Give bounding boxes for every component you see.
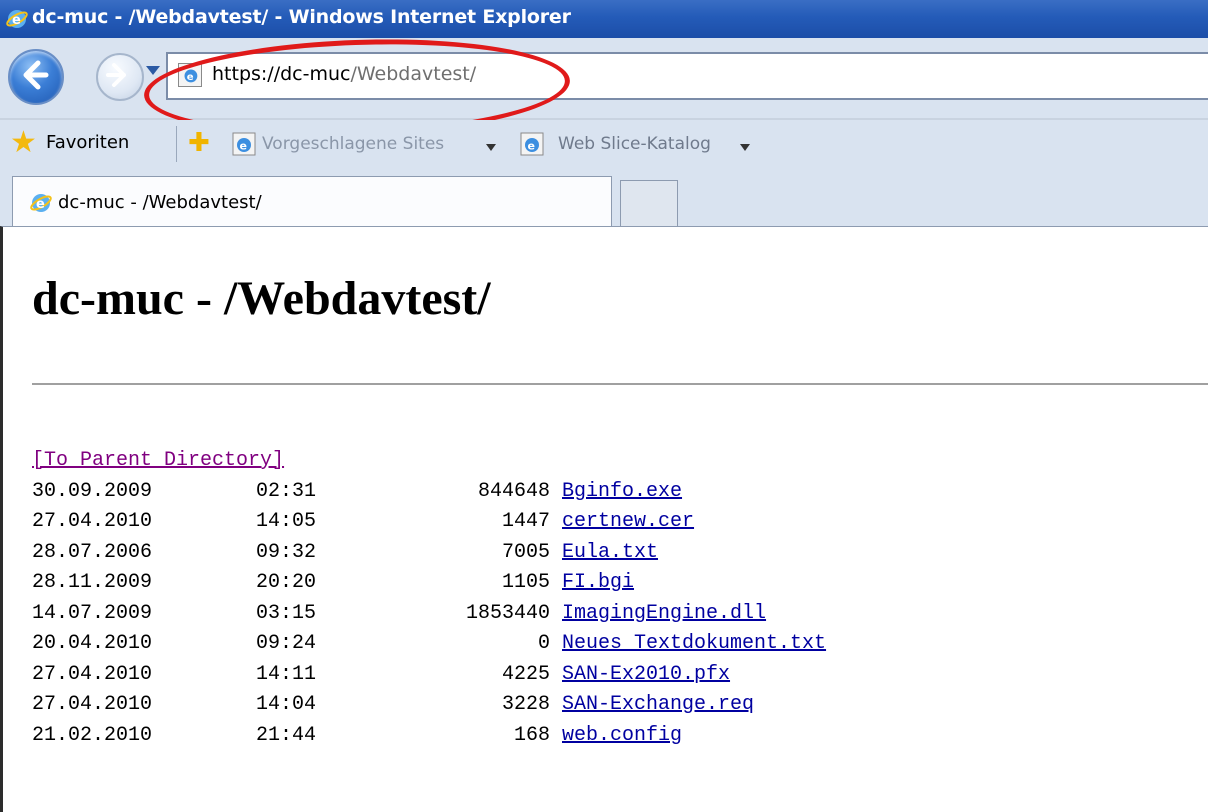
file-time: 14:11 xyxy=(256,662,317,686)
suggested-sites-button[interactable]: Vorgeschlagene Sites xyxy=(262,134,444,154)
file-date: 21.02.2010 xyxy=(32,723,153,747)
file-size: 3228 xyxy=(501,693,550,716)
title-bar: e dc-muc - /Webdavtest/ - Windows Intern… xyxy=(0,0,1208,38)
table-row: 27.04.2010 14:05 1447 certnew.cer xyxy=(32,507,694,538)
table-row: 28.07.2006 09:32 7005 Eula.txt xyxy=(32,538,658,569)
file-size: 168 xyxy=(513,723,550,747)
table-row: 14.07.2009 03:15 1853440 ImagingEngine.dll xyxy=(32,599,766,630)
tab-label[interactable]: dc-muc - /Webdavtest/ xyxy=(58,192,262,213)
ie-logo-icon: e xyxy=(6,10,28,28)
web-slice-gallery-button[interactable]: Web Slice-Katalog xyxy=(558,134,711,154)
ie-page-icon: e xyxy=(520,132,544,156)
directory-listing: [To Parent Directory] 30.09.2009 02:31 844… xyxy=(32,446,826,752)
file-size: 4225 xyxy=(501,662,550,686)
file-date: 14.07.2009 xyxy=(32,601,153,625)
page-title: dc-muc - /Webdavtest/ xyxy=(32,272,491,325)
file-link[interactable]: ImagingEngine.dll xyxy=(562,599,766,630)
chevron-down-icon[interactable] xyxy=(486,144,496,151)
file-link[interactable]: SAN-Exchange.req xyxy=(562,690,754,721)
file-date: 28.07.2006 xyxy=(32,540,153,564)
recent-pages-dropdown-icon[interactable] xyxy=(146,66,160,75)
file-size: 1105 xyxy=(501,571,550,594)
file-time: 14:04 xyxy=(256,693,317,716)
file-size: 0 xyxy=(537,632,550,655)
divider xyxy=(32,383,1208,385)
file-link[interactable]: SAN-Ex2010.pfx xyxy=(562,660,730,691)
file-link[interactable]: Bginfo.exe xyxy=(562,477,682,508)
file-size: 7005 xyxy=(501,540,550,564)
file-link[interactable]: web.config xyxy=(562,721,682,752)
window-title: dc-muc - /Webdavtest/ - Windows Internet… xyxy=(32,6,571,28)
chevron-down-icon[interactable] xyxy=(740,144,750,151)
back-button[interactable] xyxy=(8,49,64,105)
table-row: 20.04.2010 09:24 0 Neues Textdokument.txt xyxy=(32,629,826,660)
forward-button[interactable] xyxy=(96,53,144,101)
file-date: 28.11.2009 xyxy=(32,571,153,594)
svg-text:e: e xyxy=(36,197,45,212)
file-time: 09:32 xyxy=(256,540,317,564)
table-row: 21.02.2010 21:44 168 web.config xyxy=(32,721,682,752)
favorites-button[interactable]: Favoriten xyxy=(46,132,129,153)
table-row: 27.04.2010 14:04 3228 SAN-Exchange.req xyxy=(32,690,754,721)
file-size: 1447 xyxy=(501,510,550,533)
back-arrow-icon xyxy=(23,60,49,90)
table-row: 27.04.2010 14:11 4225 SAN-Ex2010.pfx xyxy=(32,660,730,691)
file-date: 27.04.2010 xyxy=(32,693,153,716)
svg-text:e: e xyxy=(240,140,247,153)
ie-logo-icon: e xyxy=(30,194,52,212)
file-size: 1853440 xyxy=(465,601,550,625)
parent-directory-link[interactable]: [To Parent Directory] xyxy=(32,446,284,477)
file-size: 844648 xyxy=(477,479,550,503)
favorites-separator xyxy=(176,126,177,162)
file-time: 21:44 xyxy=(256,723,317,747)
file-link[interactable]: FI.bgi xyxy=(562,568,634,599)
forward-arrow-icon xyxy=(106,63,126,87)
file-date: 30.09.2009 xyxy=(32,479,153,503)
file-time: 14:05 xyxy=(256,510,317,533)
file-link[interactable]: Eula.txt xyxy=(562,538,658,569)
file-time: 20:20 xyxy=(256,571,317,594)
file-time: 03:15 xyxy=(256,601,317,625)
star-icon[interactable]: ★ xyxy=(10,128,37,158)
svg-text:e: e xyxy=(528,140,535,153)
new-tab-button[interactable] xyxy=(620,180,678,226)
file-link[interactable]: certnew.cer xyxy=(562,507,694,538)
add-favorite-icon[interactable]: ✚ xyxy=(188,130,210,156)
file-link[interactable]: Neues Textdokument.txt xyxy=(562,629,826,660)
svg-text:e: e xyxy=(12,13,21,28)
table-row: 30.09.2009 02:31 844648 Bginfo.exe xyxy=(32,477,682,508)
file-date: 27.04.2010 xyxy=(32,662,153,686)
file-date: 20.04.2010 xyxy=(32,632,153,655)
table-row: 28.11.2009 20:20 1105 FI.bgi xyxy=(32,568,634,599)
file-time: 02:31 xyxy=(256,479,317,503)
ie-page-icon: e xyxy=(232,132,256,156)
file-date: 27.04.2010 xyxy=(32,510,153,533)
file-time: 09:24 xyxy=(256,632,317,655)
